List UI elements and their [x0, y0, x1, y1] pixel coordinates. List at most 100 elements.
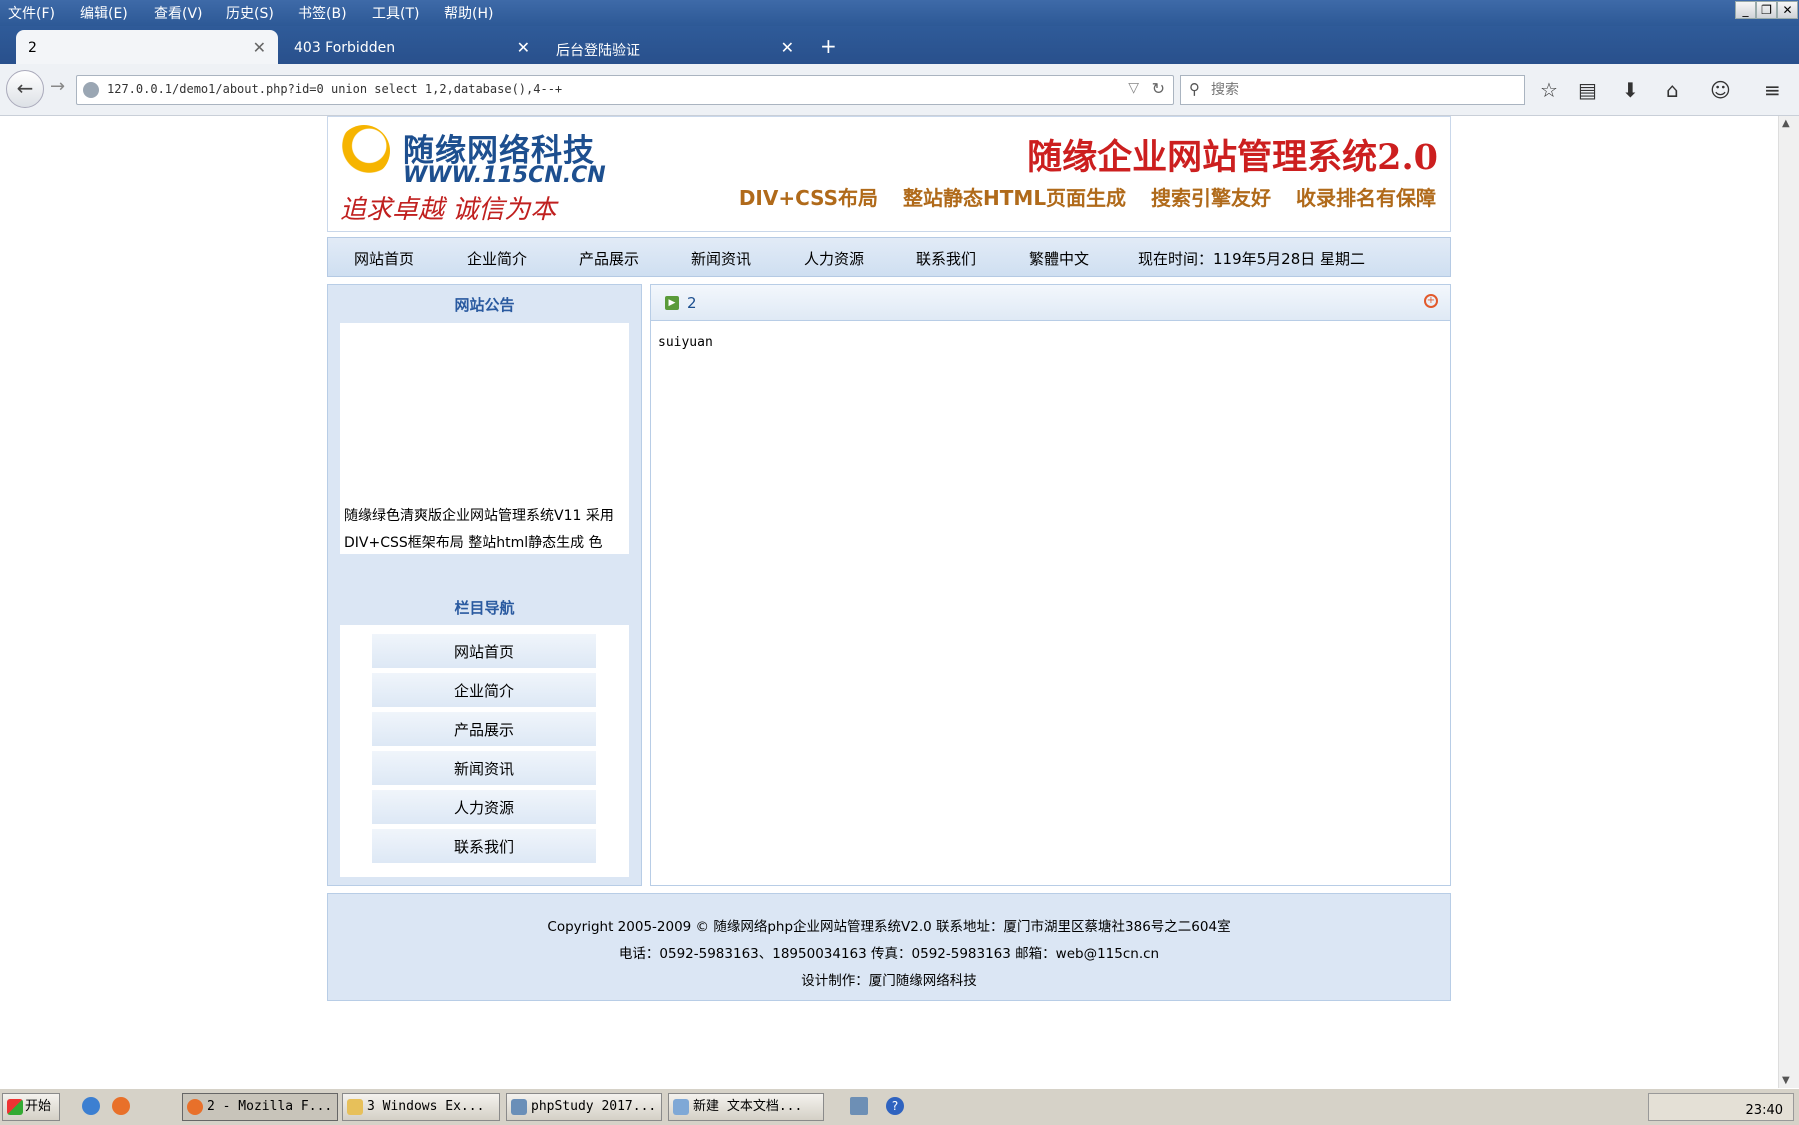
logo-url: WWW.115CN.CN [403, 163, 606, 188]
url-dropdown-icon[interactable]: ▽ [1128, 80, 1139, 96]
notice-text[interactable]: 随缘绿色清爽版企业网站管理系统V11 采用DIV+CSS框架布局 整站html静… [344, 503, 627, 557]
taskbar: 开始 2 - Mozilla F... 3 Windows Ex... phpS… [0, 1088, 1799, 1125]
menu-edit[interactable]: 编辑(E) [80, 3, 128, 23]
main-panel: ▶ 2 + suiyuan [650, 284, 1451, 886]
taskbar-firefox[interactable]: 2 - Mozilla F... [182, 1093, 338, 1121]
notice-title: 网站公告 [454, 296, 515, 314]
logo-sun-icon [338, 125, 390, 177]
site-footer: Copyright 2005-2009 © 随缘网络php企业网站管理系统V2.… [327, 893, 1451, 1001]
close-window-icon[interactable]: ✕ [1777, 1, 1798, 19]
menu-view[interactable]: 查看(V) [154, 3, 203, 23]
more-icon[interactable]: + [1424, 294, 1438, 308]
taskbar-notepad[interactable]: 新建 文本文档... [668, 1093, 824, 1121]
nav-news[interactable]: 新闻资讯 [691, 248, 751, 269]
taskbar-label: 2 - Mozilla F... [207, 1099, 333, 1114]
start-button[interactable]: 开始 [2, 1093, 60, 1121]
scroll-up-icon[interactable]: ▲ [1782, 118, 1790, 129]
close-tab-icon[interactable]: ✕ [517, 38, 530, 57]
tab-label: 403 Forbidden [294, 40, 396, 56]
current-time: 现在时间：119年5月28日 星期二 [1138, 250, 1366, 268]
tab-login[interactable]: 后台登陆验证 ✕ [544, 30, 806, 64]
menu-tools[interactable]: 工具(T) [372, 3, 419, 23]
reading-list-icon[interactable]: ▤ [1578, 78, 1597, 102]
column-nav-item[interactable]: 企业简介 [372, 673, 596, 709]
firefox-icon [187, 1099, 203, 1115]
slogan: 整站静态HTML页面生成 [903, 186, 1127, 210]
footer-design: 设计制作：厦门随缘网络科技 [801, 973, 977, 989]
logo-motto: 追求卓越 诚信为本 [340, 195, 557, 225]
taskbar-label: phpStudy 2017... [531, 1099, 657, 1114]
nav-traditional[interactable]: 繁體中文 [1029, 248, 1089, 269]
home-icon[interactable]: ⌂ [1666, 78, 1679, 102]
site-header: 随缘网络科技 WWW.115CN.CN 追求卓越 诚信为本 随缘企业网站管理系统… [327, 116, 1451, 232]
sidebar: 网站公告 随缘绿色清爽版企业网站管理系统V11 采用DIV+CSS框架布局 整站… [327, 284, 642, 886]
start-label: 开始 [25, 1099, 52, 1114]
url-bar[interactable]: 127.0.0.1/demo1/about.php?id=0 union sel… [76, 75, 1174, 105]
taskbar-explorer[interactable]: 3 Windows Ex... [342, 1093, 500, 1121]
network-app-icon[interactable] [850, 1097, 868, 1115]
search-input[interactable] [1211, 80, 1511, 100]
column-nav-item[interactable]: 人力资源 [372, 790, 596, 826]
close-tab-icon[interactable]: ✕ [253, 38, 266, 57]
tab-label: 2 [28, 40, 37, 56]
firefox-icon[interactable] [112, 1097, 130, 1115]
web-page: 随缘网络科技 WWW.115CN.CN 追求卓越 诚信为本 随缘企业网站管理系统… [0, 116, 1778, 1088]
tab-label: 后台登陆验证 [556, 43, 640, 59]
close-tab-icon[interactable]: ✕ [781, 38, 794, 57]
clock: 23:40 [1745, 1103, 1783, 1118]
site-info-icon[interactable] [83, 82, 99, 98]
system-tray: 23:40 [1648, 1093, 1794, 1121]
site-nav: 网站首页 企业简介 产品展示 新闻资讯 人力资源 联系我们 繁體中文 现在时间：… [327, 237, 1451, 277]
folder-icon [347, 1099, 363, 1115]
notice-box: 随缘绿色清爽版企业网站管理系统V11 采用DIV+CSS框架布局 整站html静… [340, 323, 629, 554]
scrollbar[interactable]: ▲ ▼ [1778, 116, 1799, 1088]
column-nav-item[interactable]: 联系我们 [372, 829, 596, 865]
url-text[interactable]: 127.0.0.1/demo1/about.php?id=0 union sel… [107, 82, 562, 96]
windows-logo-icon [7, 1099, 23, 1115]
slogan: DIV+CSS布局 [738, 186, 879, 210]
tab-forbidden[interactable]: 403 Forbidden ✕ [282, 30, 542, 64]
back-icon[interactable]: ← [6, 70, 44, 108]
column-nav-item[interactable]: 网站首页 [372, 634, 596, 670]
taskbar-label: 3 Windows Ex... [367, 1099, 485, 1114]
minimize-icon[interactable]: _ [1735, 1, 1756, 19]
main-content: suiyuan [658, 335, 713, 350]
download-icon[interactable]: ⬇ [1622, 78, 1639, 102]
nav-contact[interactable]: 联系我们 [916, 248, 976, 269]
bookmark-star-icon[interactable]: ☆ [1540, 78, 1558, 102]
nav-hr[interactable]: 人力资源 [804, 248, 864, 269]
scroll-down-icon[interactable]: ▼ [1782, 1075, 1790, 1086]
menu-file[interactable]: 文件(F) [8, 3, 55, 23]
tab-active[interactable]: 2 ✕ [16, 30, 278, 64]
menu-bar: 文件(F) 编辑(E) 查看(V) 历史(S) 书签(B) 工具(T) 帮助(H… [0, 0, 1799, 26]
slogan: 搜索引擎友好 [1151, 186, 1272, 210]
taskbar-label: 新建 文本文档... [693, 1099, 803, 1114]
ie-icon[interactable] [82, 1097, 100, 1115]
reload-icon[interactable]: ↻ [1152, 79, 1165, 98]
hamburger-menu-icon[interactable]: ≡ [1764, 78, 1781, 102]
slogan: 收录排名有保障 [1296, 186, 1436, 210]
nav-home[interactable]: 网站首页 [354, 248, 414, 269]
nav-about[interactable]: 企业简介 [467, 248, 527, 269]
column-nav-item[interactable]: 产品展示 [372, 712, 596, 748]
footer-copyright: Copyright 2005-2009 © 随缘网络php企业网站管理系统V2.… [547, 919, 1231, 935]
main-title: 2 [687, 294, 697, 312]
menu-help[interactable]: 帮助(H) [444, 3, 493, 23]
play-icon: ▶ [665, 296, 679, 310]
chat-icon[interactable]: ☺ [1710, 78, 1731, 102]
forward-icon[interactable]: → [50, 76, 65, 97]
new-tab-icon[interactable]: + [812, 30, 842, 64]
menu-bookmarks[interactable]: 书签(B) [298, 3, 347, 23]
search-box[interactable]: ⚲ [1180, 75, 1525, 105]
main-panel-header: ▶ 2 + [651, 285, 1450, 321]
restore-icon[interactable]: ❐ [1756, 1, 1777, 19]
taskbar-phpstudy[interactable]: phpStudy 2017... [506, 1093, 662, 1121]
phpstudy-icon [511, 1099, 527, 1115]
menu-history[interactable]: 历史(S) [226, 3, 274, 23]
help-icon[interactable]: ? [886, 1097, 904, 1115]
notepad-icon [673, 1099, 689, 1115]
column-nav-item[interactable]: 新闻资讯 [372, 751, 596, 787]
nav-products[interactable]: 产品展示 [579, 248, 639, 269]
tab-bar: 2 ✕ 403 Forbidden ✕ 后台登陆验证 ✕ + [0, 26, 1799, 64]
site-title: 随缘企业网站管理系统2.0 [1027, 137, 1438, 178]
